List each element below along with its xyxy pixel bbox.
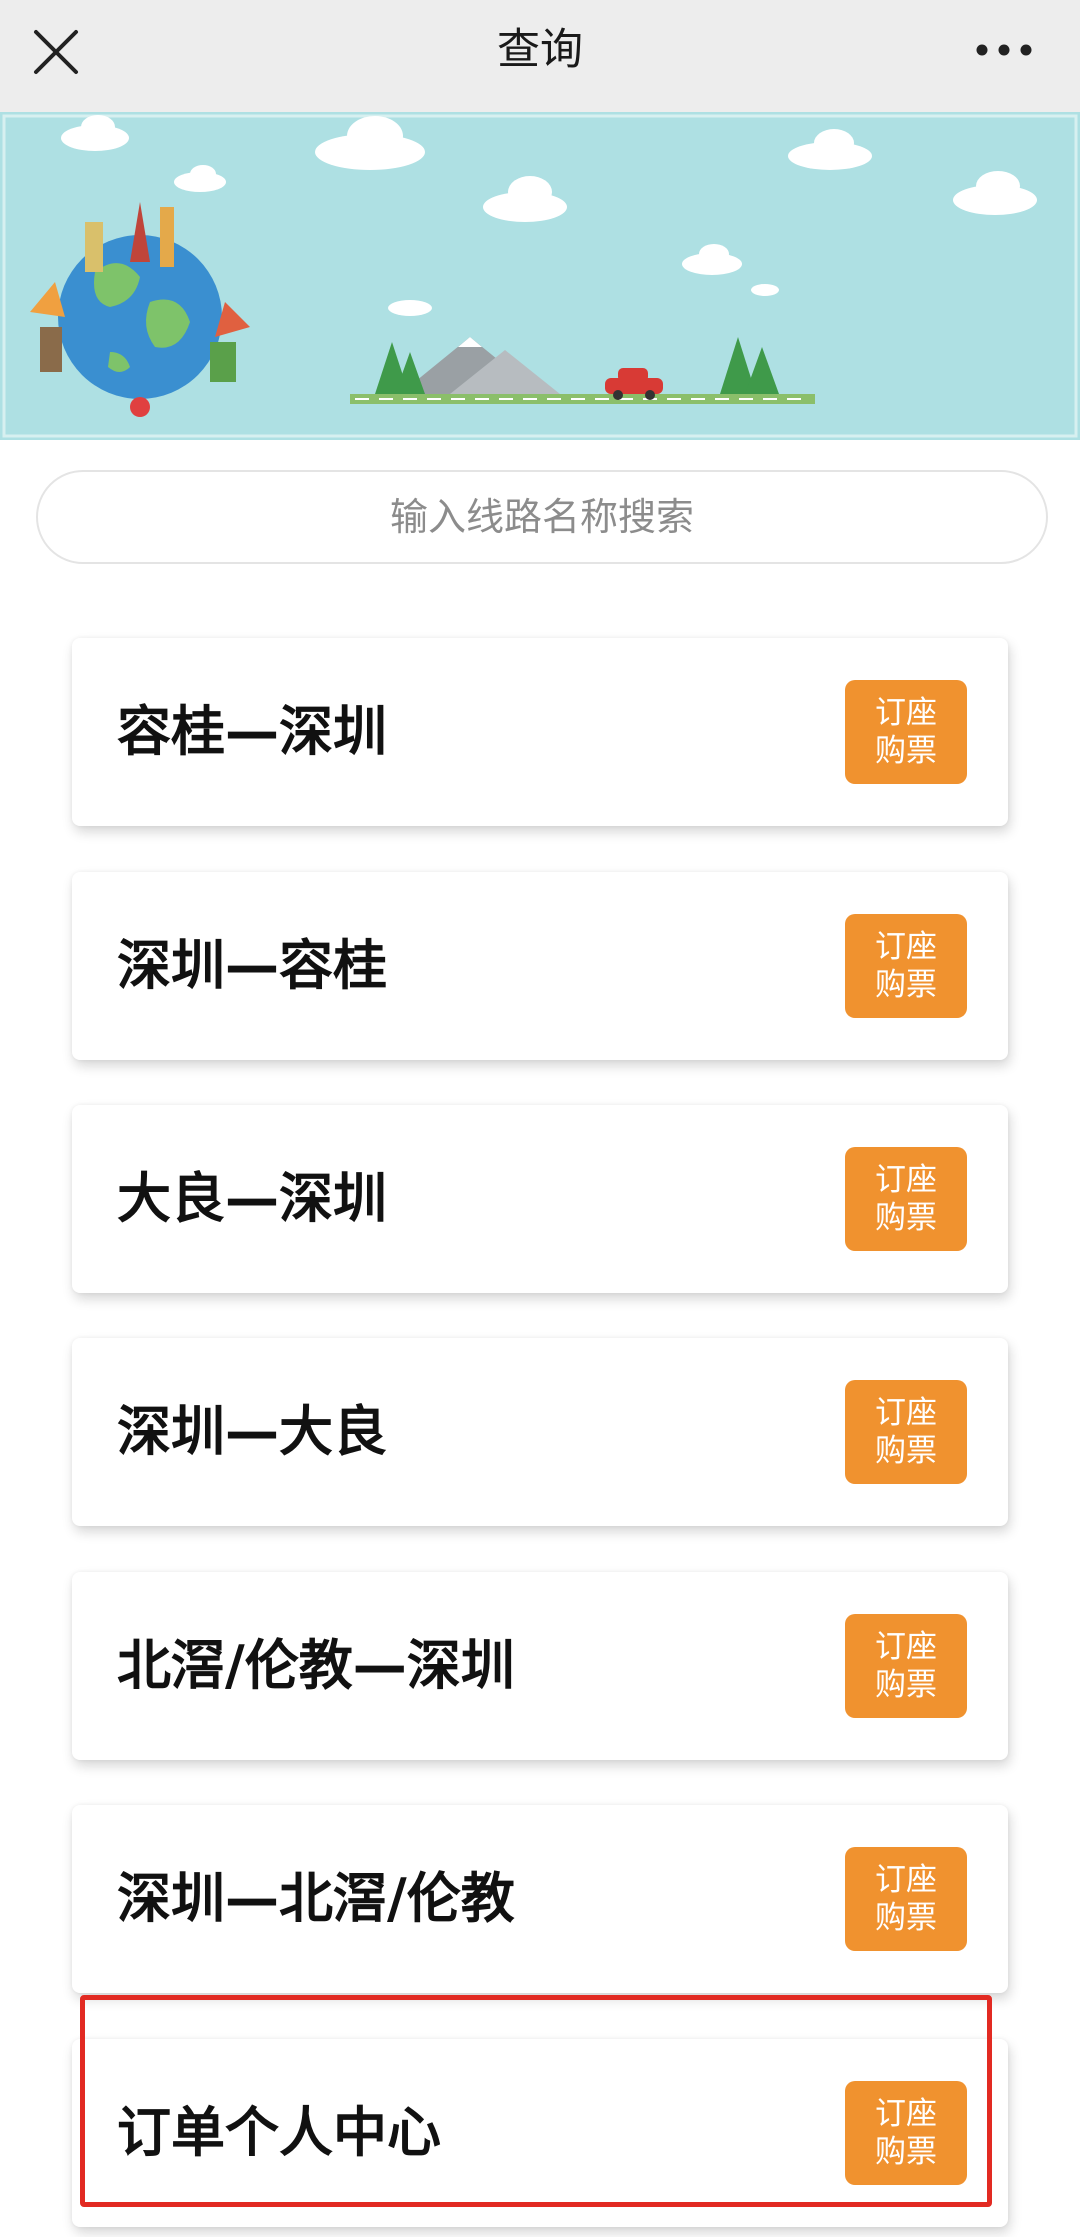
route-card-daliang-shenzhen[interactable]: 大良—深圳 订座 购票 xyxy=(72,1105,1008,1293)
order-personal-center-card[interactable]: 订单个人中心 订座 购票 xyxy=(72,2039,1008,2227)
road-scene xyxy=(350,337,815,404)
book-button-line2: 购票 xyxy=(875,967,937,1003)
book-ticket-button[interactable]: 订座 购票 xyxy=(845,1147,967,1251)
top-bar: 查询 xyxy=(0,0,1080,112)
route-card-beijiao-lunjiao-shenzhen[interactable]: 北滘/伦教—深圳 订座 购票 xyxy=(72,1572,1008,1760)
book-button-line1: 订座 xyxy=(875,1162,937,1198)
route-name: 容桂—深圳 xyxy=(117,700,387,763)
book-ticket-button[interactable]: 订座 购票 xyxy=(845,1380,967,1484)
route-card-shenzhen-beijiao-lunjiao[interactable]: 深圳—北滘/伦教 订座 购票 xyxy=(72,1805,1008,1993)
book-button-line1: 订座 xyxy=(875,929,937,965)
banner-image xyxy=(0,112,1080,440)
book-button-line1: 订座 xyxy=(875,2096,937,2132)
route-name: 大良—深圳 xyxy=(117,1167,387,1230)
book-button-line1: 订座 xyxy=(875,1629,937,1665)
book-button-line1: 订座 xyxy=(875,1862,937,1898)
route-name: 深圳—北滘/伦教 xyxy=(117,1867,515,1930)
book-ticket-button[interactable]: 订座 购票 xyxy=(845,1614,967,1718)
book-ticket-button[interactable]: 订座 购票 xyxy=(845,680,967,784)
book-ticket-button[interactable]: 订座 购票 xyxy=(845,1847,967,1951)
route-card-ronggui-shenzhen[interactable]: 容桂—深圳 订座 购票 xyxy=(72,638,1008,826)
book-button-line2: 购票 xyxy=(875,1433,937,1469)
route-name: 深圳—容桂 xyxy=(117,934,387,997)
mountain-icon xyxy=(400,337,560,394)
book-button-line2: 购票 xyxy=(875,1200,937,1236)
route-card-shenzhen-ronggui[interactable]: 深圳—容桂 订座 购票 xyxy=(72,872,1008,1060)
more-dots-icon[interactable] xyxy=(972,26,1036,74)
route-name: 订单个人中心 xyxy=(117,2101,441,2164)
route-name: 深圳—大良 xyxy=(117,1400,387,1463)
book-button-line2: 购票 xyxy=(875,733,937,769)
book-button-line2: 购票 xyxy=(875,1900,937,1936)
route-card-shenzhen-daliang[interactable]: 深圳—大良 订座 购票 xyxy=(72,1338,1008,1526)
book-ticket-button[interactable]: 订座 购票 xyxy=(845,914,967,1018)
search-input[interactable]: 输入线路名称搜索 xyxy=(36,470,1048,564)
book-button-line2: 购票 xyxy=(875,1667,937,1703)
route-name: 北滘/伦教—深圳 xyxy=(117,1634,515,1697)
book-button-line1: 订座 xyxy=(875,695,937,731)
book-button-line2: 购票 xyxy=(875,2134,937,2170)
more-options-button[interactable] xyxy=(972,26,1036,74)
book-ticket-button[interactable]: 订座 购票 xyxy=(845,2081,967,2185)
globe-landmarks-illustration xyxy=(30,202,250,417)
book-button-line1: 订座 xyxy=(875,1395,937,1431)
page-title: 查询 xyxy=(497,25,583,75)
